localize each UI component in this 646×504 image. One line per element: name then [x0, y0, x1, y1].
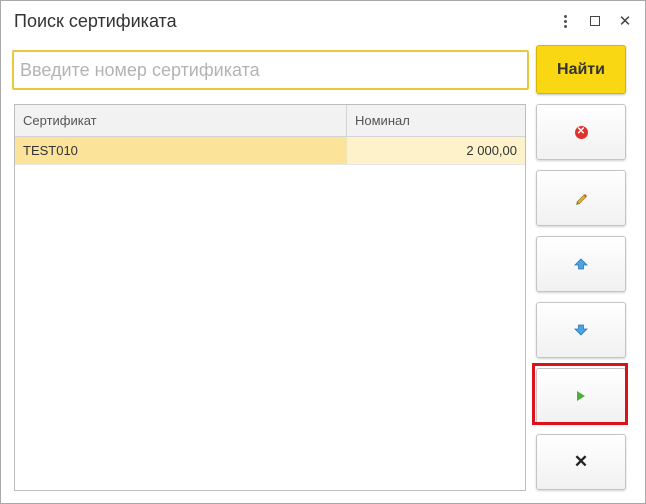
more-menu-button[interactable]	[555, 11, 575, 31]
certificate-search-window: Поиск сертификата ✕ Найти Сертификат Ном…	[0, 0, 646, 504]
move-down-button[interactable]	[536, 302, 626, 358]
close-window-button[interactable]: ✕	[615, 11, 635, 31]
certificate-number-input[interactable]	[12, 50, 529, 90]
column-header-certificate[interactable]: Сертификат	[15, 105, 347, 136]
play-icon	[577, 391, 585, 401]
more-vertical-icon	[563, 14, 567, 28]
close-icon: ✕	[573, 452, 589, 471]
column-header-nominal[interactable]: Номинал	[347, 105, 525, 136]
table-header: Сертификат Номинал	[15, 105, 525, 137]
arrow-down-icon	[574, 324, 588, 336]
table-row[interactable]: TEST010 2 000,00	[15, 137, 525, 165]
close-icon: ✕	[618, 13, 632, 30]
delete-button[interactable]: ✕	[536, 104, 626, 160]
find-button[interactable]: Найти	[536, 45, 626, 94]
edit-button[interactable]	[536, 170, 626, 226]
window-title: Поиск сертификата	[14, 11, 177, 31]
maximize-icon	[590, 16, 600, 26]
certificates-table[interactable]: Сертификат Номинал TEST010 2 000,00	[14, 104, 526, 491]
arrow-up-icon	[574, 258, 588, 270]
cell-nominal[interactable]: 2 000,00	[347, 137, 525, 164]
cancel-button[interactable]: ✕	[536, 434, 626, 490]
apply-button[interactable]	[536, 368, 626, 424]
pencil-icon	[576, 194, 587, 205]
cell-certificate[interactable]: TEST010	[15, 137, 347, 164]
move-up-button[interactable]	[536, 236, 626, 292]
maximize-button[interactable]	[585, 11, 605, 31]
delete-icon: ✕	[574, 125, 588, 139]
